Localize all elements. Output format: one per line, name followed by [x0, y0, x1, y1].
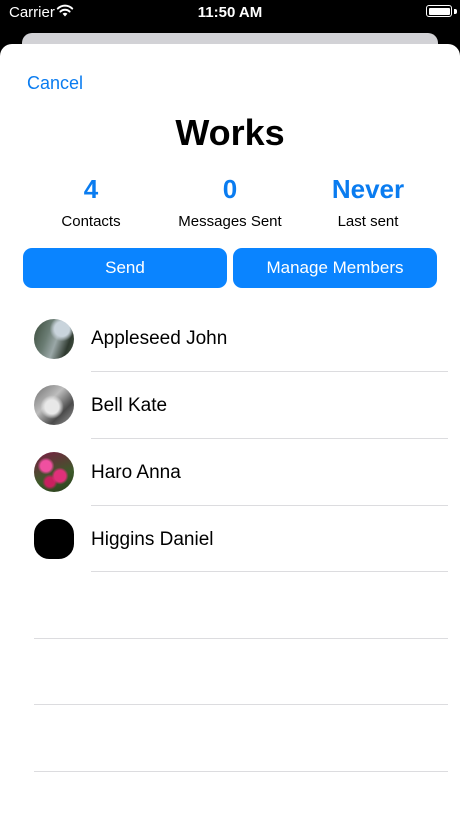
messages-sent-label: Messages Sent	[178, 213, 282, 230]
member-row[interactable]: Bell Kate	[0, 372, 460, 438]
status-time: 11:50 AM	[197, 4, 263, 21]
status-bar: Carrier 11:50 AM	[0, 0, 460, 28]
member-name: Bell Kate	[91, 395, 168, 416]
last-sent-label: Last sent	[337, 213, 399, 230]
member-name: Haro Anna	[91, 462, 181, 483]
waterfall-avatar	[34, 319, 74, 359]
page-title: Works	[175, 112, 285, 153]
empty-row-separator	[34, 771, 448, 772]
cancel-button[interactable]: Cancel	[27, 73, 83, 94]
member-name: Appleseed John	[91, 328, 228, 349]
member-name: Higgins Daniel	[91, 529, 214, 550]
last-sent-value: Never	[331, 174, 405, 204]
send-button[interactable]: Send	[23, 248, 227, 288]
messages-sent-count: 0	[222, 174, 238, 204]
empty-row-separator	[34, 704, 448, 705]
member-row[interactable]: Haro Anna	[0, 439, 460, 505]
blank-avatar	[34, 519, 74, 559]
battery-icon	[426, 5, 452, 17]
row-separator	[91, 571, 448, 572]
empty-row-separator	[34, 638, 448, 639]
member-row[interactable]: Higgins Daniel	[0, 506, 460, 572]
flowers-avatar	[34, 452, 74, 492]
member-row[interactable]: Appleseed John	[0, 306, 460, 372]
manage-members-button[interactable]: Manage Members	[233, 248, 437, 288]
battery-cap	[454, 9, 457, 14]
contacts-label: Contacts	[61, 213, 121, 230]
hand-avatar	[34, 385, 74, 425]
contacts-count: 4	[83, 174, 99, 204]
